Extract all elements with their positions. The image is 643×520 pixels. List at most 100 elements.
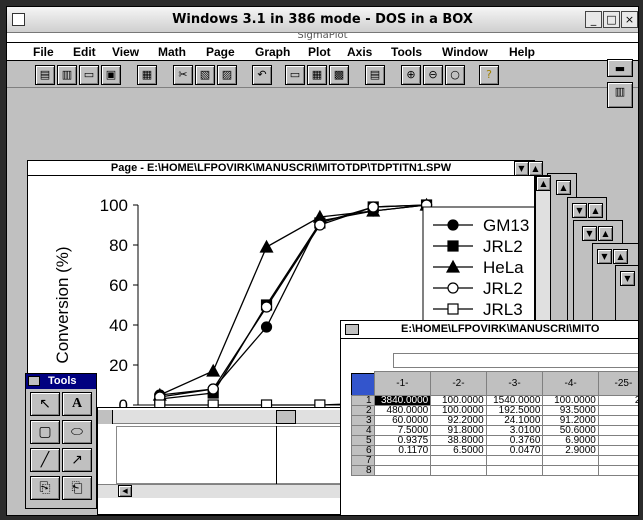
- menu-page[interactable]: Page: [206, 45, 235, 59]
- rectangle-icon[interactable]: ▢: [30, 420, 60, 444]
- table-cell[interactable]: [485, 465, 544, 476]
- table-cell[interactable]: [373, 455, 432, 466]
- table-cell[interactable]: [597, 425, 638, 436]
- row-number[interactable]: 4: [351, 425, 375, 436]
- scroll-up-icon[interactable]: ▲: [556, 180, 571, 195]
- background-window[interactable]: ▼: [615, 265, 638, 325]
- minimize-icon[interactable]: ▼: [597, 249, 612, 264]
- menu-help[interactable]: Help: [509, 45, 535, 59]
- table-cell[interactable]: 0.0470: [485, 445, 544, 456]
- new-icon[interactable]: ▤: [35, 65, 55, 85]
- menu-math[interactable]: Math: [158, 45, 186, 59]
- menu-file[interactable]: File: [33, 45, 54, 59]
- folder-icon[interactable]: ▭: [79, 65, 99, 85]
- table-cell[interactable]: 100.0000: [430, 405, 487, 416]
- row-number[interactable]: 2: [351, 405, 375, 416]
- text-icon[interactable]: A: [62, 392, 92, 416]
- table-cell[interactable]: 0.1170: [373, 445, 432, 456]
- zoom-icon[interactable]: ○: [445, 65, 465, 85]
- host-title-bar[interactable]: Windows 3.1 in 386 mode - DOS in a BOX _…: [7, 7, 638, 33]
- column-header[interactable]: -3-: [485, 371, 544, 396]
- table-cell[interactable]: 6.5000: [430, 445, 487, 456]
- table-cell[interactable]: 50.6000: [542, 425, 599, 436]
- table-cell[interactable]: [373, 465, 432, 476]
- save-icon[interactable]: ▣: [101, 65, 121, 85]
- row-number[interactable]: 8: [351, 465, 375, 476]
- table-cell[interactable]: 3840.0000: [373, 395, 432, 406]
- worksheet-title-bar[interactable]: E:\HOME\LFPOVIRK\MANUSCRI\MITO: [341, 321, 638, 339]
- page-horizontal-scrollbar[interactable]: [98, 410, 341, 424]
- page-view-icon[interactable]: ▭: [285, 65, 305, 85]
- tool-b-icon[interactable]: ⎗: [62, 476, 92, 500]
- open-icon[interactable]: ▥: [57, 65, 77, 85]
- minimize-button[interactable]: _: [585, 11, 602, 28]
- table-cell[interactable]: 6.9000: [542, 435, 599, 446]
- tools-palette-title[interactable]: Tools: [26, 374, 96, 389]
- table-cell[interactable]: [542, 465, 599, 476]
- table-cell[interactable]: 25: [597, 395, 638, 406]
- bottom-scrollbar[interactable]: ◀: [98, 484, 341, 498]
- table-cell[interactable]: 100.0000: [430, 395, 487, 406]
- table-cell[interactable]: [597, 465, 638, 476]
- arrow-icon[interactable]: ↗: [62, 448, 92, 472]
- tool-a-icon[interactable]: ⎘: [30, 476, 60, 500]
- maximize-icon[interactable]: ▲: [588, 203, 603, 218]
- table-cell[interactable]: 0.9375: [373, 435, 432, 446]
- close-button[interactable]: ×: [621, 11, 638, 28]
- table-cell[interactable]: 100.0000: [542, 395, 599, 406]
- scroll-thumb[interactable]: [276, 410, 296, 424]
- cell-edit-field[interactable]: [393, 353, 638, 368]
- ellipse-icon[interactable]: ⬭: [62, 420, 92, 444]
- table-cell[interactable]: [597, 445, 638, 456]
- table-cell[interactable]: 0.3760: [485, 435, 544, 446]
- menu-tools[interactable]: Tools: [391, 45, 422, 59]
- table-cell[interactable]: 192.5000: [485, 405, 544, 416]
- row-number[interactable]: 6: [351, 445, 375, 456]
- table-cell[interactable]: 1540.0000: [485, 395, 544, 406]
- graph-wizard-icon[interactable]: ▤: [365, 65, 385, 85]
- table-cell[interactable]: [542, 455, 599, 466]
- row-number[interactable]: 3: [351, 415, 375, 426]
- paste-icon[interactable]: ▨: [217, 65, 237, 85]
- maximize-icon[interactable]: ▲: [598, 226, 613, 241]
- column-header[interactable]: -25-: [597, 371, 638, 396]
- table-cell[interactable]: [485, 455, 544, 466]
- worksheet-view-icon[interactable]: ▦: [307, 65, 327, 85]
- menu-edit[interactable]: Edit: [73, 45, 96, 59]
- row-number[interactable]: 1: [351, 395, 375, 406]
- table-cell[interactable]: 480.0000: [373, 405, 432, 416]
- table-cell[interactable]: 24.1000: [485, 415, 544, 426]
- table-cell[interactable]: 9: [597, 455, 638, 466]
- worksheet-system-icon[interactable]: [345, 324, 359, 335]
- line-icon[interactable]: ╱: [30, 448, 60, 472]
- menu-view[interactable]: View: [112, 45, 139, 59]
- table-cell[interactable]: 3: [597, 405, 638, 416]
- table-cell[interactable]: [430, 465, 487, 476]
- table-cell[interactable]: [430, 455, 487, 466]
- page-minimize-icon[interactable]: ▼: [514, 161, 529, 176]
- table-cell[interactable]: [597, 435, 638, 446]
- table-cell[interactable]: 2.9000: [542, 445, 599, 456]
- zoom-in-icon[interactable]: ⊕: [401, 65, 421, 85]
- table-cell[interactable]: 93.5000: [542, 405, 599, 416]
- help-icon[interactable]: ?: [479, 65, 499, 85]
- menu-graph[interactable]: Graph: [255, 45, 290, 59]
- table-cell[interactable]: 92.2000: [430, 415, 487, 426]
- column-header[interactable]: -1-: [373, 371, 432, 396]
- scroll-left-icon[interactable]: ◀: [118, 485, 132, 497]
- row-number[interactable]: 5: [351, 435, 375, 446]
- row-number[interactable]: 7: [351, 455, 375, 466]
- minimize-icon[interactable]: ▼: [572, 203, 587, 218]
- table-cell[interactable]: 60.0000: [373, 415, 432, 426]
- cut-icon[interactable]: ✂: [173, 65, 193, 85]
- table-cell[interactable]: 91.8000: [430, 425, 487, 436]
- tools-system-icon[interactable]: [28, 376, 40, 386]
- print-icon[interactable]: ▦: [137, 65, 157, 85]
- menu-axis[interactable]: Axis: [347, 45, 372, 59]
- worksheet-grid[interactable]: -1- -2- -3- -4- -25- 1 3840.0000 100.0000 1540.0…: [351, 371, 638, 476]
- column-header[interactable]: -2-: [430, 371, 487, 396]
- minimize-icon[interactable]: ▼: [620, 271, 635, 286]
- table-cell[interactable]: 3.0100: [485, 425, 544, 436]
- minimize-icon[interactable]: ▼: [582, 226, 597, 241]
- pointer-icon[interactable]: ↖: [30, 392, 60, 416]
